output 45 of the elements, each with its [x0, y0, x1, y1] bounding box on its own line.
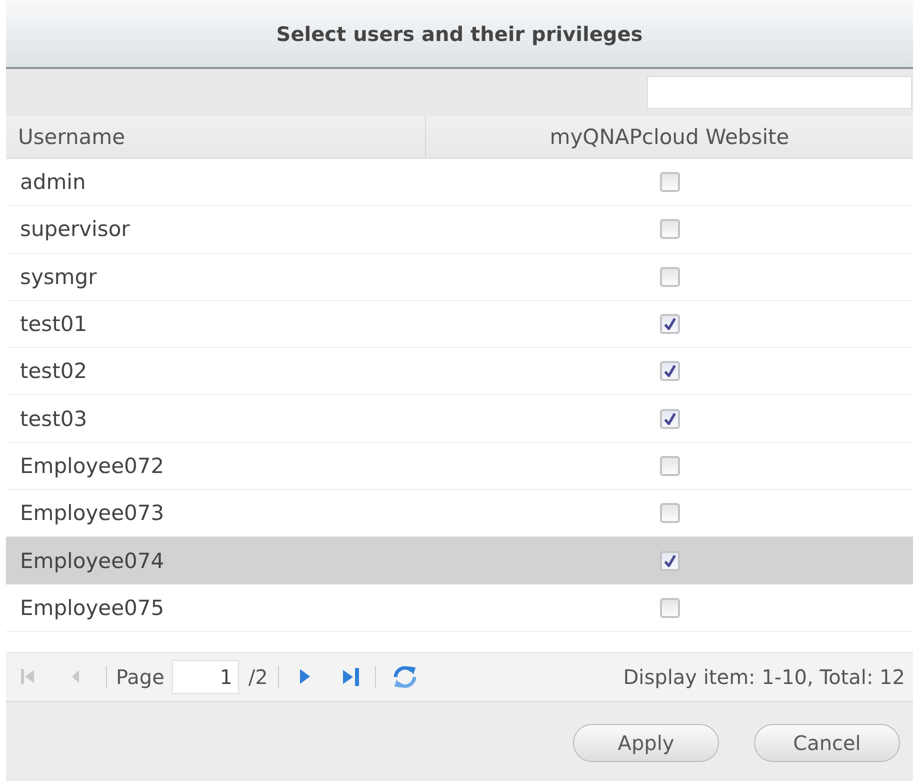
column-header[interactable]: myQNAPcloud Website — [426, 116, 913, 158]
username-cell-text: sysmgr — [19, 264, 98, 289]
checkbox[interactable] — [660, 503, 680, 524]
last-page-icon — [342, 668, 359, 686]
previous-page-icon — [72, 670, 79, 684]
username-cell-text: Employee072 — [19, 454, 166, 478]
next-page-button[interactable] — [300, 669, 310, 684]
username-cell-text: Employee075 — [19, 596, 166, 620]
table-row[interactable]: Employee074 — [6, 537, 913, 585]
display-status: Display item: 1-10, Total: 12 — [623, 664, 905, 689]
table-row[interactable]: Employee075 — [6, 584, 913, 632]
checkbox[interactable] — [660, 172, 680, 192]
username-cell-text: Employee073 — [19, 501, 166, 526]
checkmark-icon — [664, 412, 676, 425]
refresh-icon — [392, 664, 418, 690]
checkbox[interactable] — [660, 361, 680, 382]
dialog-title: Select users and their privileges — [276, 22, 643, 46]
last-page-button[interactable] — [342, 668, 359, 686]
checkbox[interactable] — [660, 219, 680, 240]
username-cell-text: admin — [19, 170, 87, 194]
checkmark-icon — [664, 554, 676, 567]
username-cell-text: test03 — [19, 406, 88, 431]
cancel-button[interactable]: Cancel — [754, 724, 900, 762]
checkbox[interactable] — [660, 314, 680, 334]
checkbox[interactable] — [660, 550, 680, 571]
username-cell-text: test01 — [19, 312, 88, 336]
username-cell-text: Employee074 — [19, 548, 166, 573]
page-label: Page — [116, 664, 164, 689]
next-page-icon — [300, 669, 310, 684]
apply-button[interactable]: Apply — [573, 724, 719, 762]
table-row[interactable]: sysmgr — [6, 254, 913, 301]
username-cell-text: test02 — [19, 359, 88, 384]
checkbox[interactable] — [660, 456, 680, 476]
checkbox[interactable] — [660, 266, 680, 287]
page-total: /2 — [248, 664, 268, 689]
username-cell-text: supervisor — [19, 217, 131, 242]
refresh-button[interactable] — [392, 664, 418, 690]
checkbox[interactable] — [660, 408, 680, 429]
column-header[interactable]: Username — [6, 116, 426, 158]
page-input[interactable]: 1 — [172, 660, 240, 694]
first-page-icon — [21, 669, 34, 684]
checkbox[interactable] — [660, 598, 680, 618]
checkmark-icon — [664, 365, 676, 378]
search-field[interactable] — [647, 76, 912, 109]
checkmark-icon — [664, 318, 676, 330]
